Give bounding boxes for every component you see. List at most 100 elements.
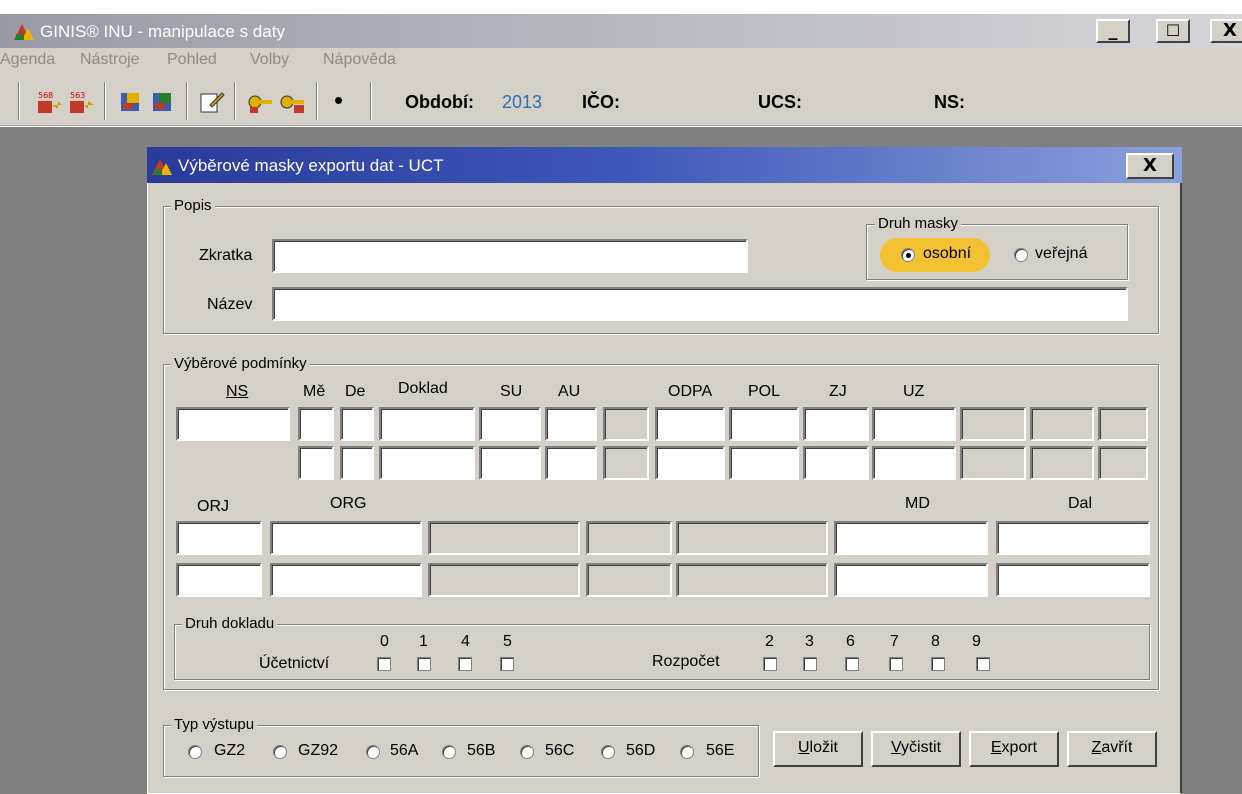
doklad-field-2[interactable]: [379, 446, 475, 480]
nazev-field[interactable]: [272, 287, 1128, 321]
orj-field-2[interactable]: [176, 563, 262, 597]
edit-document-icon[interactable]: [198, 89, 226, 115]
uz-field-1[interactable]: [872, 407, 956, 441]
ns-field[interactable]: [176, 407, 290, 441]
minimize-button[interactable]: _: [1096, 19, 1130, 43]
toolbar-grip: [18, 82, 20, 120]
dal-header: Dal: [1068, 495, 1093, 512]
odpa-field-2[interactable]: [655, 446, 725, 480]
checkbox-rozpocet-2[interactable]: [763, 657, 777, 671]
zj-field-2[interactable]: [803, 446, 869, 480]
checkbox-ucetnictvi-1[interactable]: [417, 657, 431, 671]
radio-56e[interactable]: [680, 745, 694, 759]
radio-verejna[interactable]: [1014, 248, 1028, 262]
rozpocet-digit-3: 3: [805, 633, 814, 650]
odpa-field-1[interactable]: [655, 407, 725, 441]
uz-field-2[interactable]: [872, 446, 956, 480]
menu-nastroje[interactable]: Nástroje: [80, 51, 140, 69]
md-field-2[interactable]: [834, 563, 988, 597]
org-header: ORG: [330, 495, 367, 512]
radio-56c-label: 56C: [545, 742, 575, 759]
ulozit-accel: U: [797, 739, 810, 756]
menu-napoveda[interactable]: Nápověda: [323, 51, 396, 69]
checkbox-rozpocet-7[interactable]: [889, 657, 903, 671]
md-field-1[interactable]: [834, 521, 988, 555]
radio-56b[interactable]: [442, 745, 456, 759]
export-icon[interactable]: 563: [68, 89, 96, 115]
radio-gz2[interactable]: [188, 745, 202, 759]
key-icon[interactable]: [246, 89, 274, 115]
dal-field-1[interactable]: [996, 521, 1150, 555]
menu-volby[interactable]: Volby: [250, 51, 289, 69]
report-edit-icon[interactable]: [150, 89, 178, 115]
radio-56d[interactable]: [601, 745, 615, 759]
su-field-1[interactable]: [479, 407, 541, 441]
checkbox-rozpocet-8[interactable]: [931, 657, 945, 671]
checkbox-rozpocet-6[interactable]: [845, 657, 859, 671]
radio-gz92[interactable]: [273, 745, 287, 759]
disabled-field: [428, 563, 580, 597]
au-field-1[interactable]: [545, 407, 597, 441]
ulozit-button[interactable]: Uložit: [773, 731, 863, 767]
de-field-2[interactable]: [340, 446, 374, 480]
import-icon[interactable]: 568: [36, 89, 64, 115]
ulozit-label: ložit: [809, 739, 838, 756]
au-header: AU: [558, 383, 581, 400]
menu-agenda[interactable]: Agenda: [0, 51, 55, 69]
dialog-close-button[interactable]: X: [1126, 153, 1174, 179]
zkratka-field[interactable]: [272, 239, 748, 273]
au-field-2[interactable]: [545, 446, 597, 480]
pol-field-1[interactable]: [729, 407, 799, 441]
org-field-2[interactable]: [270, 563, 422, 597]
disabled-field: [428, 521, 580, 555]
vycistit-button[interactable]: Vyčistit: [871, 731, 961, 767]
key-remove-icon[interactable]: [278, 89, 306, 115]
orj-header: ORJ: [197, 498, 229, 515]
orj-field-1[interactable]: [176, 521, 262, 555]
maximize-button[interactable]: ☐: [1156, 19, 1190, 43]
su-field-2[interactable]: [479, 446, 541, 480]
checkbox-ucetnictvi-4[interactable]: [458, 657, 472, 671]
zavrit-button[interactable]: Zavřít: [1067, 731, 1157, 767]
export-button[interactable]: Export: [969, 731, 1059, 767]
podminky-group-title: Výběrové podmínky: [171, 356, 310, 372]
vycistit-accel: V: [890, 739, 902, 756]
de-field-1[interactable]: [340, 407, 374, 441]
radio-osobni[interactable]: [901, 248, 915, 262]
radio-gz2-label: GZ2: [214, 742, 246, 759]
checkbox-rozpocet-3[interactable]: [803, 657, 817, 671]
pol-field-2[interactable]: [729, 446, 799, 480]
doklad-field-1[interactable]: [379, 407, 475, 441]
radio-56c[interactable]: [520, 745, 534, 759]
window-title: GINIS® INU - manipulace s daty: [40, 22, 285, 41]
checkbox-ucetnictvi-5[interactable]: [500, 657, 514, 671]
me-field-1[interactable]: [298, 407, 334, 441]
toolbar-separator: [186, 82, 188, 120]
dal-field-2[interactable]: [996, 563, 1150, 597]
report-icon[interactable]: [118, 89, 146, 115]
checkbox-rozpocet-9[interactable]: [976, 657, 990, 671]
toolbar-separator: [316, 82, 318, 120]
dialog-title: Výběrové masky exportu dat - UCT: [178, 156, 444, 175]
menu-pohled[interactable]: Pohled: [167, 51, 217, 69]
me-header: Mě: [303, 383, 326, 400]
zavrit-accel: Z: [1091, 739, 1102, 756]
toolbar-separator: [370, 82, 372, 120]
ucetnictvi-digit-0: 0: [380, 633, 389, 650]
disabled-field: [586, 563, 672, 597]
nazev-label: Název: [207, 296, 253, 313]
radio-56b-label: 56B: [467, 742, 496, 759]
disabled-field: [603, 446, 649, 480]
zj-field-1[interactable]: [803, 407, 869, 441]
obdobi-value: 2013: [502, 92, 543, 112]
checkbox-ucetnictvi-0[interactable]: [377, 657, 391, 671]
toolbar-separator: [104, 82, 106, 120]
radio-56a[interactable]: [366, 745, 380, 759]
ico-label: IČO:: [582, 92, 620, 112]
org-field-1[interactable]: [270, 521, 422, 555]
close-button[interactable]: X: [1210, 19, 1242, 43]
ucetnictvi-digit-4: 4: [461, 633, 470, 650]
disabled-field: [960, 407, 1026, 441]
me-field-2[interactable]: [298, 446, 334, 480]
druh-dokladu-title: Druh dokladu: [182, 616, 278, 632]
